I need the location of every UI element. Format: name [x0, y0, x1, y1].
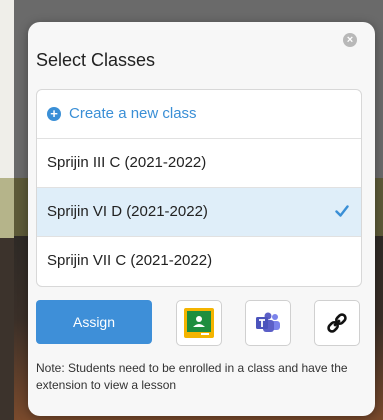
close-icon[interactable]: × [343, 33, 357, 47]
plus-circle-icon: + [47, 107, 61, 121]
dialog-title: Select Classes [36, 50, 156, 70]
link-icon [327, 313, 347, 333]
google-classroom-icon [184, 308, 214, 338]
class-item[interactable]: Sprijin III C (2021-2022) [37, 138, 361, 187]
google-classroom-button[interactable] [176, 300, 222, 346]
microsoft-teams-button[interactable] [245, 300, 291, 346]
checkmark-icon [335, 205, 349, 217]
action-row: Assign [36, 300, 360, 346]
enrollment-note: Note: Students need to be enrolled in a … [36, 361, 348, 392]
assign-button[interactable]: Assign [36, 300, 152, 344]
class-list: + Create a new class Sprijin III C (2021… [36, 89, 362, 287]
background-left-strip-band [0, 178, 14, 238]
background-left-strip-lower [0, 238, 14, 420]
class-item-label: Sprijin VI D (2021-2022) [47, 203, 208, 220]
class-item-selected[interactable]: Sprijin VI D (2021-2022) [37, 187, 361, 236]
class-item-label: Sprijin VII C (2021-2022) [47, 252, 213, 269]
class-item[interactable]: Sprijin VII C (2021-2022) [37, 236, 361, 285]
create-class-button[interactable]: + Create a new class [37, 90, 361, 138]
select-classes-dialog: × Select Classes + Create a new class Sp… [28, 22, 375, 416]
create-class-label: Create a new class [69, 105, 197, 122]
class-item-label: Sprijin III C (2021-2022) [47, 154, 207, 171]
microsoft-teams-icon [256, 312, 280, 332]
copy-link-button[interactable] [314, 300, 360, 346]
